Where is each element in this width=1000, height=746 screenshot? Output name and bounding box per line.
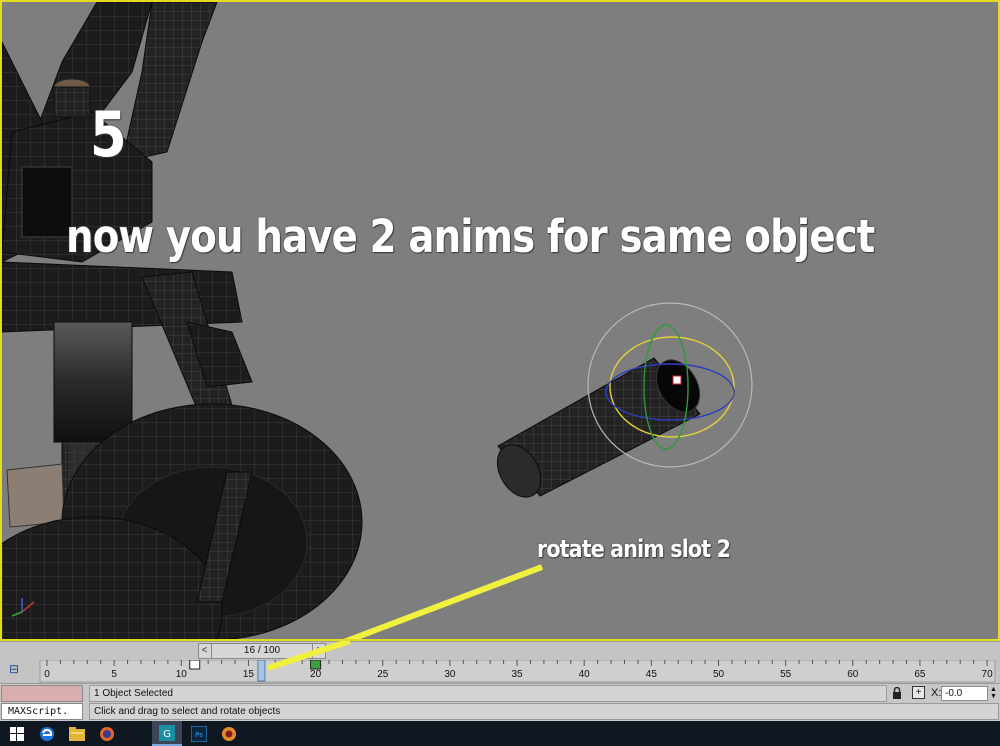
3dsmax-icon[interactable]: G [152, 721, 182, 746]
taskbar-spacer [122, 721, 152, 746]
status-bar: MAXScript. 1 Object Selected Click and d… [0, 683, 1000, 721]
frame-tick-label: 60 [847, 669, 859, 680]
perspective-viewport[interactable]: 5 now you have 2 anims for same object r… [0, 0, 1000, 641]
selection-status-text: 1 Object Selected [89, 685, 887, 702]
prompt-line-text: Click and drag to select and rotate obje… [89, 703, 999, 720]
frame-tick-label: 45 [646, 669, 658, 680]
photoshop-icon[interactable]: Ps [184, 721, 214, 746]
frame-tick-label: 25 [377, 669, 389, 680]
file-explorer-icon[interactable] [62, 721, 92, 746]
windows-start-icon[interactable] [2, 721, 32, 746]
maxscript-listener-field[interactable] [1, 685, 83, 702]
frame-tick-label: 30 [444, 669, 456, 680]
x-coordinate-spinner[interactable]: ▲ ▼ [989, 686, 998, 701]
selection-lock-icon[interactable] [892, 687, 902, 699]
landing-gear-model[interactable] [2, 2, 363, 641]
annotation-label: rotate anim slot 2 [537, 535, 731, 563]
maxscript-mini-listener[interactable]: MAXScript. [1, 703, 83, 720]
edge-icon[interactable] [32, 721, 62, 746]
tutorial-headline: now you have 2 anims for same object [66, 210, 875, 263]
svg-text:Ps: Ps [195, 731, 203, 739]
x-coordinate-label: X: [931, 687, 942, 699]
firefox-icon[interactable] [92, 721, 122, 746]
frame-tick-label: 65 [914, 669, 926, 680]
x-coordinate-field[interactable]: -0.0 [941, 686, 988, 701]
annotation-pointer-line-tail [267, 641, 351, 671]
frame-tick-label: 35 [511, 669, 523, 680]
frame-tick-label: 40 [579, 669, 591, 680]
frame-tick-label: 70 [982, 669, 994, 680]
viewport-scene [2, 2, 753, 641]
selected-cylinder[interactable] [489, 352, 709, 504]
other-app-icon[interactable] [214, 721, 244, 746]
frame-tick-label: 50 [713, 669, 725, 680]
frame-tick-label: 55 [780, 669, 792, 680]
windows-taskbar: G Ps [0, 721, 1000, 746]
absolute-relative-mode-icon[interactable]: + [912, 686, 925, 699]
svg-text:G: G [163, 729, 171, 740]
step-number-overlay: 5 [90, 98, 127, 171]
